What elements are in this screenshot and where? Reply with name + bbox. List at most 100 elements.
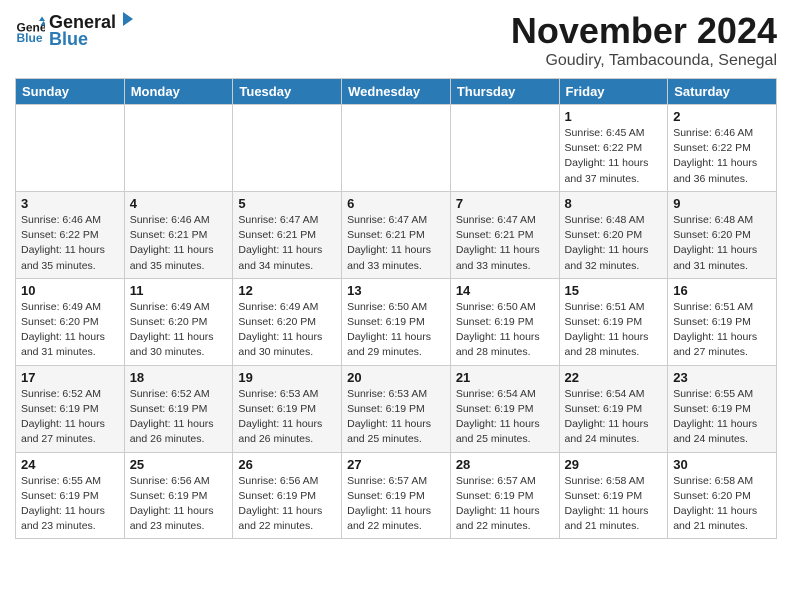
day-number: 23 [673,370,771,385]
table-row: 16Sunrise: 6:51 AM Sunset: 6:19 PM Dayli… [668,278,777,365]
table-row: 21 Sunrise: 6:54 AM Sunset: 6:19 PM Dayli… [450,365,559,452]
table-row: 29Sunrise: 6:58 AM Sunset: 6:19 PM Dayli… [559,452,668,539]
day-info: Sunrise: 6:58 AM Sunset: 6:20 PM Dayligh… [673,474,771,535]
day-info: Sunrise: 6:55 AM Sunset: 6:19 PM Dayligh… [21,474,119,535]
calendar-week-3: 10Sunrise: 6:49 AM Sunset: 6:20 PM Dayli… [16,278,777,365]
table-row: 19 Sunrise: 6:53 AM Sunset: 6:19 PM Dayli… [233,365,342,452]
day-number: 5 [238,196,336,211]
col-tuesday: Tuesday [233,79,342,105]
table-row: 12Sunrise: 6:49 AM Sunset: 6:20 PM Dayli… [233,278,342,365]
table-row: 26 Sunrise: 6:56 AM Sunset: 6:19 PM Dayli… [233,452,342,539]
day-number: 18 [130,370,228,385]
calendar-header-row: Sunday Monday Tuesday Wednesday Thursday… [16,79,777,105]
day-info: Sunrise: 6:52 AM Sunset: 6:19 PM Dayligh… [130,387,228,448]
col-friday: Friday [559,79,668,105]
day-info: Sunrise: 6:49 AM Sunset: 6:20 PM Dayligh… [21,300,119,361]
table-row: 25Sunrise: 6:56 AM Sunset: 6:19 PM Dayli… [124,452,233,539]
day-info: Sunrise: 6:46 AM Sunset: 6:22 PM Dayligh… [21,213,119,274]
day-number: 8 [565,196,663,211]
day-number: 11 [130,283,228,298]
day-number: 6 [347,196,445,211]
table-row: 27Sunrise: 6:57 AM Sunset: 6:19 PM Dayli… [342,452,451,539]
calendar-table: Sunday Monday Tuesday Wednesday Thursday… [15,78,777,539]
table-row [342,105,451,192]
day-number: 25 [130,457,228,472]
table-row: 15 Sunrise: 6:51 AM Sunset: 6:19 PM Dayli… [559,278,668,365]
day-number: 15 [565,283,663,298]
table-row: 28 Sunrise: 6:57 AM Sunset: 6:19 PM Dayli… [450,452,559,539]
table-row: 1 Sunrise: 6:45 AM Sunset: 6:22 PM Daylig… [559,105,668,192]
main-container: General Blue General Blue November 2024 … [0,0,792,549]
day-number: 4 [130,196,228,211]
day-number: 19 [238,370,336,385]
calendar-week-5: 24Sunrise: 6:55 AM Sunset: 6:19 PM Dayli… [16,452,777,539]
table-row: 10Sunrise: 6:49 AM Sunset: 6:20 PM Dayli… [16,278,125,365]
table-row: 9 Sunrise: 6:48 AM Sunset: 6:20 PM Daylig… [668,191,777,278]
day-info: Sunrise: 6:57 AM Sunset: 6:19 PM Dayligh… [456,474,554,535]
day-info: Sunrise: 6:49 AM Sunset: 6:20 PM Dayligh… [130,300,228,361]
day-info: Sunrise: 6:56 AM Sunset: 6:19 PM Dayligh… [238,474,336,535]
day-number: 1 [565,109,663,124]
day-number: 22 [565,370,663,385]
day-number: 21 [456,370,554,385]
day-number: 30 [673,457,771,472]
col-saturday: Saturday [668,79,777,105]
day-number: 14 [456,283,554,298]
day-number: 12 [238,283,336,298]
logo-icon: General Blue [15,15,45,45]
day-number: 7 [456,196,554,211]
day-info: Sunrise: 6:46 AM Sunset: 6:21 PM Dayligh… [130,213,228,274]
table-row: 11 Sunrise: 6:49 AM Sunset: 6:20 PM Dayli… [124,278,233,365]
col-monday: Monday [124,79,233,105]
day-info: Sunrise: 6:54 AM Sunset: 6:19 PM Dayligh… [456,387,554,448]
logo-arrow-icon [117,10,135,28]
day-info: Sunrise: 6:48 AM Sunset: 6:20 PM Dayligh… [565,213,663,274]
month-title: November 2024 [511,10,777,52]
table-row: 18 Sunrise: 6:52 AM Sunset: 6:19 PM Dayli… [124,365,233,452]
day-info: Sunrise: 6:53 AM Sunset: 6:19 PM Dayligh… [347,387,445,448]
table-row: 30 Sunrise: 6:58 AM Sunset: 6:20 PM Dayli… [668,452,777,539]
col-sunday: Sunday [16,79,125,105]
table-row: 13 Sunrise: 6:50 AM Sunset: 6:19 PM Dayli… [342,278,451,365]
col-thursday: Thursday [450,79,559,105]
day-number: 17 [21,370,119,385]
logo: General Blue General Blue [15,10,135,50]
table-row: 7 Sunrise: 6:47 AM Sunset: 6:21 PM Daylig… [450,191,559,278]
table-row [450,105,559,192]
day-info: Sunrise: 6:53 AM Sunset: 6:19 PM Dayligh… [238,387,336,448]
day-info: Sunrise: 6:45 AM Sunset: 6:22 PM Dayligh… [565,126,663,187]
day-info: Sunrise: 6:50 AM Sunset: 6:19 PM Dayligh… [456,300,554,361]
day-info: Sunrise: 6:52 AM Sunset: 6:19 PM Dayligh… [21,387,119,448]
day-number: 13 [347,283,445,298]
table-row [233,105,342,192]
day-info: Sunrise: 6:47 AM Sunset: 6:21 PM Dayligh… [456,213,554,274]
day-info: Sunrise: 6:50 AM Sunset: 6:19 PM Dayligh… [347,300,445,361]
table-row: 3 Sunrise: 6:46 AM Sunset: 6:22 PM Daylig… [16,191,125,278]
table-row: 6Sunrise: 6:47 AM Sunset: 6:21 PM Daylig… [342,191,451,278]
day-number: 29 [565,457,663,472]
calendar-week-4: 17 Sunrise: 6:52 AM Sunset: 6:19 PM Dayli… [16,365,777,452]
header: General Blue General Blue November 2024 … [15,10,777,70]
calendar-week-1: 1 Sunrise: 6:45 AM Sunset: 6:22 PM Daylig… [16,105,777,192]
day-info: Sunrise: 6:57 AM Sunset: 6:19 PM Dayligh… [347,474,445,535]
day-info: Sunrise: 6:55 AM Sunset: 6:19 PM Dayligh… [673,387,771,448]
location: Goudiry, Tambacounda, Senegal [511,52,777,70]
svg-text:Blue: Blue [17,31,43,45]
table-row: 4 Sunrise: 6:46 AM Sunset: 6:21 PM Daylig… [124,191,233,278]
table-row: 22 Sunrise: 6:54 AM Sunset: 6:19 PM Dayli… [559,365,668,452]
day-number: 9 [673,196,771,211]
col-wednesday: Wednesday [342,79,451,105]
table-row: 14 Sunrise: 6:50 AM Sunset: 6:19 PM Dayli… [450,278,559,365]
table-row: 24Sunrise: 6:55 AM Sunset: 6:19 PM Dayli… [16,452,125,539]
day-number: 26 [238,457,336,472]
day-number: 20 [347,370,445,385]
calendar-week-2: 3 Sunrise: 6:46 AM Sunset: 6:22 PM Daylig… [16,191,777,278]
table-row: 20 Sunrise: 6:53 AM Sunset: 6:19 PM Dayli… [342,365,451,452]
day-number: 3 [21,196,119,211]
day-number: 28 [456,457,554,472]
day-info: Sunrise: 6:48 AM Sunset: 6:20 PM Dayligh… [673,213,771,274]
day-info: Sunrise: 6:47 AM Sunset: 6:21 PM Dayligh… [238,213,336,274]
day-info: Sunrise: 6:46 AM Sunset: 6:22 PM Dayligh… [673,126,771,187]
day-info: Sunrise: 6:51 AM Sunset: 6:19 PM Dayligh… [565,300,663,361]
day-info: Sunrise: 6:54 AM Sunset: 6:19 PM Dayligh… [565,387,663,448]
